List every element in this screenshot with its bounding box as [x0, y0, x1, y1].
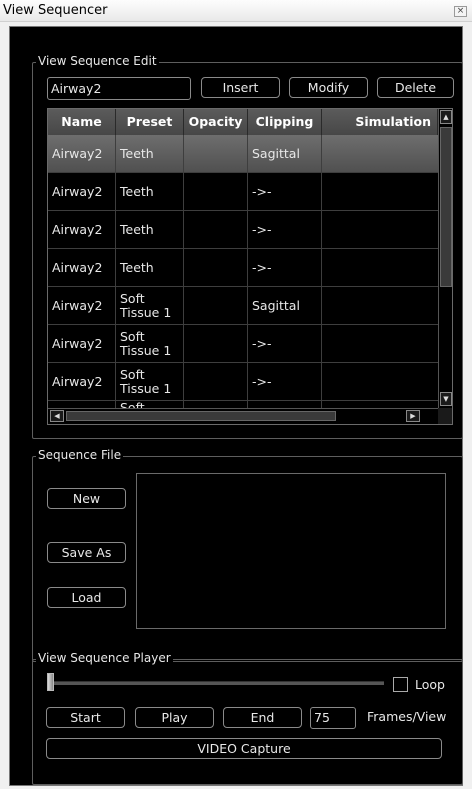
table-row[interactable]: Airway2 Soft Tissue 1 ->- — [48, 325, 438, 363]
scroll-down-arrow-icon[interactable]: ▼ — [440, 392, 452, 406]
cell-clipping: ->- — [248, 211, 322, 248]
cell-clipping: ->- — [248, 363, 322, 400]
table-row[interactable]: Airway2 Teeth ->- — [48, 173, 438, 211]
cell-simulation — [322, 325, 438, 362]
end-button[interactable]: End — [223, 707, 302, 728]
cell-opacity — [184, 325, 248, 362]
sequence-table[interactable]: Name Preset Opacity Clipping Simulation … — [47, 108, 453, 425]
cell-simulation — [322, 173, 438, 210]
cell-opacity — [184, 287, 248, 324]
cell-clipping: ->- — [248, 325, 322, 362]
cell-preset: Teeth — [116, 135, 184, 172]
scroll-right-arrow-icon[interactable]: ▶ — [406, 410, 420, 422]
close-icon[interactable]: × — [454, 6, 467, 17]
cell-clipping: Sagittal — [248, 135, 322, 172]
view-sequence-player-title: View Sequence Player — [36, 651, 173, 665]
cell-name: Airway2 — [48, 287, 116, 324]
cell-clipping: Sagittal — [248, 287, 322, 324]
cell-opacity — [184, 135, 248, 172]
table-row[interactable]: Airway2 Teeth ->- — [48, 249, 438, 287]
cell-simulation — [322, 135, 438, 172]
sequence-file-list[interactable] — [136, 473, 446, 629]
vertical-scroll-thumb[interactable] — [440, 127, 452, 287]
cell-opacity — [184, 211, 248, 248]
table-row[interactable]: Airway2 Teeth Sagittal — [48, 135, 438, 173]
cell-preset: Teeth — [116, 249, 184, 286]
window-title: View Sequencer — [3, 3, 108, 18]
cell-name: Airway2 — [48, 249, 116, 286]
play-button[interactable]: Play — [135, 707, 214, 728]
sequence-slider-track[interactable] — [50, 681, 384, 685]
loop-checkbox[interactable] — [393, 677, 408, 692]
sequence-name-input[interactable]: Airway2 — [47, 77, 191, 100]
cell-preset: Teeth — [116, 173, 184, 210]
sequence-slider-handle[interactable] — [47, 673, 54, 691]
column-header-preset[interactable]: Preset — [116, 109, 184, 135]
cell-preset: Soft Tissue 1 — [116, 287, 184, 324]
main-panel: View Sequence Edit Airway2 Insert Modify… — [9, 26, 463, 786]
loop-label: Loop — [415, 677, 445, 692]
cell-opacity — [184, 249, 248, 286]
scrollbar-corner — [438, 408, 452, 424]
table-horizontal-scrollbar[interactable]: ◀ ▶ — [48, 408, 438, 424]
scroll-up-arrow-icon[interactable]: ▲ — [440, 110, 452, 124]
scroll-left-arrow-icon[interactable]: ◀ — [50, 410, 64, 422]
start-button[interactable]: Start — [46, 707, 125, 728]
column-header-simulation[interactable]: Simulation — [322, 109, 438, 135]
table-row[interactable]: Airway2 Teeth ->- — [48, 211, 438, 249]
load-button[interactable]: Load — [47, 587, 126, 608]
cell-simulation — [322, 211, 438, 248]
horizontal-scroll-thumb[interactable] — [66, 411, 336, 421]
delete-button[interactable]: Delete — [377, 77, 454, 98]
save-as-button[interactable]: Save As — [47, 542, 126, 563]
cell-name: Airway2 — [48, 325, 116, 362]
frames-per-view-label: Frames/View — [367, 709, 447, 724]
column-header-opacity[interactable]: Opacity — [184, 109, 248, 135]
cell-preset: Soft Tissue 1 — [116, 325, 184, 362]
new-button[interactable]: New — [47, 488, 126, 509]
cell-simulation — [322, 287, 438, 324]
cell-opacity — [184, 173, 248, 210]
sequence-file-title: Sequence File — [36, 448, 124, 462]
cell-name: Airway2 — [48, 363, 116, 400]
cell-clipping: ->- — [248, 173, 322, 210]
table-vertical-scrollbar[interactable]: ▲ ▼ — [438, 109, 452, 408]
video-capture-button[interactable]: VIDEO Capture — [46, 738, 442, 759]
cell-opacity — [184, 363, 248, 400]
cell-name: Airway2 — [48, 135, 116, 172]
modify-button[interactable]: Modify — [289, 77, 368, 98]
cell-preset: Soft Tissue 1 — [116, 363, 184, 400]
cell-clipping: ->- — [248, 249, 322, 286]
cell-preset: Teeth — [116, 211, 184, 248]
table-row[interactable]: Airway2 Soft Tissue 1 Sagittal — [48, 287, 438, 325]
column-header-name[interactable]: Name — [48, 109, 116, 135]
title-bar: View Sequencer × — [0, 0, 472, 22]
insert-button[interactable]: Insert — [201, 77, 280, 98]
table-header: Name Preset Opacity Clipping Simulation — [48, 109, 438, 135]
view-sequence-edit-title: View Sequence Edit — [36, 54, 159, 68]
frames-per-view-input[interactable]: 75 — [310, 707, 356, 729]
cell-name: Airway2 — [48, 211, 116, 248]
cell-simulation — [322, 249, 438, 286]
cell-simulation — [322, 363, 438, 400]
column-header-clipping[interactable]: Clipping — [248, 109, 322, 135]
cell-name: Airway2 — [48, 173, 116, 210]
table-row[interactable]: Airway2 Soft Tissue 1 ->- — [48, 363, 438, 401]
